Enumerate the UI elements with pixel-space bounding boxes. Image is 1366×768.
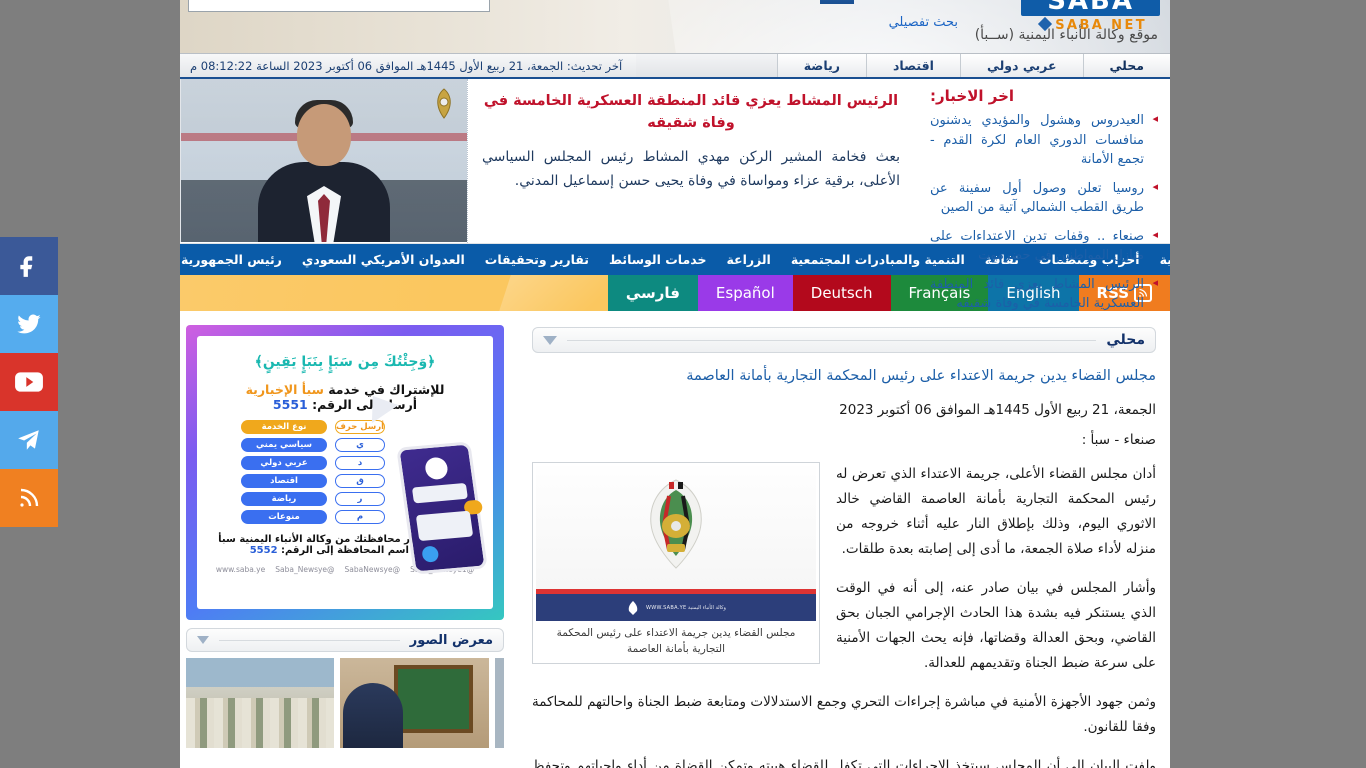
gallery-thumb[interactable] xyxy=(186,658,335,748)
gallery-rule xyxy=(219,639,400,641)
promo-service: عربي دولي xyxy=(241,456,327,470)
promo-letter: ر xyxy=(335,492,385,506)
menu-item-khadamat[interactable]: خدمات الوسائط xyxy=(599,244,716,275)
latest-news-item[interactable]: روسيا تعلن وصول أول سفينة عن طريق القطب … xyxy=(930,179,1158,218)
gallery-thumbnails xyxy=(186,658,504,748)
promo-letter: ي xyxy=(335,438,385,452)
promo-letter-header: أرسل حرف xyxy=(335,420,385,434)
gallery-header: معرض الصور xyxy=(186,628,504,652)
tab-iqtisad[interactable]: اقتصاد xyxy=(865,54,960,77)
chevron-down-icon[interactable] xyxy=(197,636,209,644)
advanced-search-link[interactable]: بحث تفصيلي xyxy=(889,15,958,30)
photo-gallery: معرض الصور xyxy=(186,628,504,748)
article-paragraph: ولفت البيان إلى أن المجلس سيتخذ الإجراءا… xyxy=(532,757,1156,768)
site-header: SABA SABA NET موقع وكالة الأنباء اليمنية… xyxy=(180,0,1170,53)
article-date: الجمعة، 21 ربيع الأول 1445هـ الموافق 06 … xyxy=(839,402,1156,419)
latest-news-item[interactable]: الرئيس المشاط يعزي قائد المنطقة العسكرية… xyxy=(930,275,1158,314)
menu-item-udwan[interactable]: العدوان الأمريكي السعودي xyxy=(292,244,475,275)
promo-line-2: أرسل إلى الرقم: 5551 xyxy=(209,397,481,412)
hero-text-block: الرئيس المشاط يعزي قائد المنطقة العسكرية… xyxy=(467,79,920,243)
latest-news-item[interactable]: العيدروس وهشول والمؤيدي يدشنون منافسات ا… xyxy=(930,111,1158,170)
promo-shortcode-2: 5552 xyxy=(249,545,278,556)
promo-service: سياسي يمني xyxy=(241,438,327,452)
article-paragraph: وثمن جهود الأجهزة الأمنية في مباشرة إجرا… xyxy=(532,693,1156,735)
promo-ayah: ﴿وَجِئْتُكَ مِن سَبَإٍ بِنَبَإٍ يَقِينٍ﴾ xyxy=(254,354,436,370)
menu-item-ziraa[interactable]: الزراعة xyxy=(716,244,780,275)
site-tagline: موقع وكالة الأنباء اليمنية (ســبأ) xyxy=(974,27,1158,43)
national-emblem-icon xyxy=(437,88,451,119)
language-bar-filler xyxy=(180,275,608,311)
hero-headline[interactable]: الرئيس المشاط يعزي قائد المنطقة العسكرية… xyxy=(482,91,900,135)
youtube-icon[interactable] xyxy=(0,353,58,411)
latest-news-item[interactable]: صنعاء .. وقفات تدين الاعتداءات على منازل… xyxy=(930,227,1158,266)
sms-subscription-promo[interactable]: ﴿وَجِئْتُكَ مِن سَبَإٍ بِنَبَإٍ يَقِينٍ﴾… xyxy=(186,325,504,620)
article-image-caption: مجلس القضاء يدين جريمة الاعتداء على رئيس… xyxy=(556,627,796,655)
article-image-watermark-band: وكالة الأنباء اليمنية WWW.SABA.YE xyxy=(536,594,816,622)
promo-handle: www.saba.ye xyxy=(215,565,266,574)
latest-news-heading: اخر الاخبار: xyxy=(930,87,1015,105)
promo-handle: @SabaNewsye xyxy=(344,565,401,574)
menu-item-taqarir[interactable]: تقارير وتحقيقات xyxy=(475,244,599,275)
social-sidebar xyxy=(0,237,58,527)
article-image: وكالة الأنباء اليمنية WWW.SABA.YE xyxy=(536,466,816,622)
section-title: محلي xyxy=(1106,332,1145,348)
logo-mark: SABA xyxy=(1021,0,1160,16)
section-rule xyxy=(567,339,1097,341)
last-update-text: آخر تحديث: الجمعة، 21 ربيع الأول 1445هـ … xyxy=(180,54,637,77)
search-area xyxy=(188,0,490,12)
lang-espanol[interactable]: Español xyxy=(697,275,793,311)
article-figure: وكالة الأنباء اليمنية WWW.SABA.YE مجلس ا… xyxy=(532,462,820,664)
saba-bird-icon xyxy=(628,600,638,615)
sidebar-column: ﴿وَجِئْتُكَ مِن سَبَإٍ بِنَبَإٍ يَقِينٍ﴾… xyxy=(180,311,516,748)
promo-shortcode-1: 5551 xyxy=(272,397,308,412)
section-header: محلي xyxy=(532,327,1156,353)
tab-riyada[interactable]: رياضة xyxy=(776,54,866,77)
category-tabs: محلي عربي دولي اقتصاد رياضة آخر تحديث: ا… xyxy=(180,53,1170,79)
promo-service: منوعات xyxy=(241,510,327,524)
yemen-emblem-icon xyxy=(650,479,702,569)
hero-summary: بعث فخامة المشير الركن مهدي المشاط رئيس … xyxy=(482,148,900,190)
telegram-icon[interactable] xyxy=(0,411,58,469)
promo-letter-column: أرسل حرف ي د ق ر م xyxy=(335,420,385,524)
promo-letter: د xyxy=(335,456,385,470)
promo-service: رياضة xyxy=(241,492,327,506)
tab-mahalli[interactable]: محلي xyxy=(1082,54,1170,77)
lang-farsi[interactable]: فارسي xyxy=(607,275,698,311)
gallery-thumb[interactable] xyxy=(340,658,489,748)
article-headline[interactable]: مجلس القضاء يدين جريمة الاعتداء على رئيس… xyxy=(532,365,1156,388)
hero-photo xyxy=(180,79,467,242)
gallery-title: معرض الصور xyxy=(409,632,493,648)
promo-handle: @Saba_Newsye xyxy=(275,565,335,574)
twitter-icon[interactable] xyxy=(0,295,58,353)
latest-news-panel: اخر الاخبار: العيدروس وهشول والمؤيدي يدش… xyxy=(920,79,1170,311)
content-area: محلي مجلس القضاء يدين جريمة الاعتداء على… xyxy=(180,311,1170,768)
chevron-down-icon[interactable] xyxy=(543,335,557,345)
promo-letter: ق xyxy=(335,474,385,488)
gallery-thumb[interactable] xyxy=(494,658,504,748)
promo-line-1: للإشتراك في خدمة سبأ الإخبارية xyxy=(209,382,481,397)
article-column: محلي مجلس القضاء يدين جريمة الاعتداء على… xyxy=(516,311,1170,768)
lang-deutsch[interactable]: Deutsch xyxy=(792,275,891,311)
article-image-watermark: وكالة الأنباء اليمنية WWW.SABA.YE xyxy=(646,604,726,611)
menu-item-raees[interactable]: رئيس الجمهورية xyxy=(180,244,292,275)
article-body: وكالة الأنباء اليمنية WWW.SABA.YE مجلس ا… xyxy=(532,462,1156,768)
site-page: SABA SABA NET موقع وكالة الأنباء اليمنية… xyxy=(180,0,1170,768)
tab-arabi-dawli[interactable]: عربي دولي xyxy=(959,54,1083,77)
promo-service: اقتصاد xyxy=(241,474,327,488)
facebook-icon[interactable] xyxy=(0,237,58,295)
article-dateline: صنعاء - سبأ : xyxy=(1081,432,1156,449)
promo-line-1-highlight: سبأ الإخبارية xyxy=(245,382,324,397)
search-input[interactable] xyxy=(188,0,490,12)
president-portrait xyxy=(249,92,399,242)
promo-card: ﴿وَجِئْتُكَ مِن سَبَإٍ بِنَبَإٍ يَقِينٍ﴾… xyxy=(197,336,493,609)
header-blue-chip-decoration xyxy=(820,0,854,4)
promo-service-header: نوع الخدمة xyxy=(241,420,327,434)
promo-letter: م xyxy=(335,510,385,524)
promo-service-column: نوع الخدمة سياسي يمني عربي دولي اقتصاد ر… xyxy=(241,420,327,524)
hero-section: اخر الاخبار: العيدروس وهشول والمؤيدي يدش… xyxy=(180,79,1170,311)
rss-icon[interactable] xyxy=(0,469,58,527)
